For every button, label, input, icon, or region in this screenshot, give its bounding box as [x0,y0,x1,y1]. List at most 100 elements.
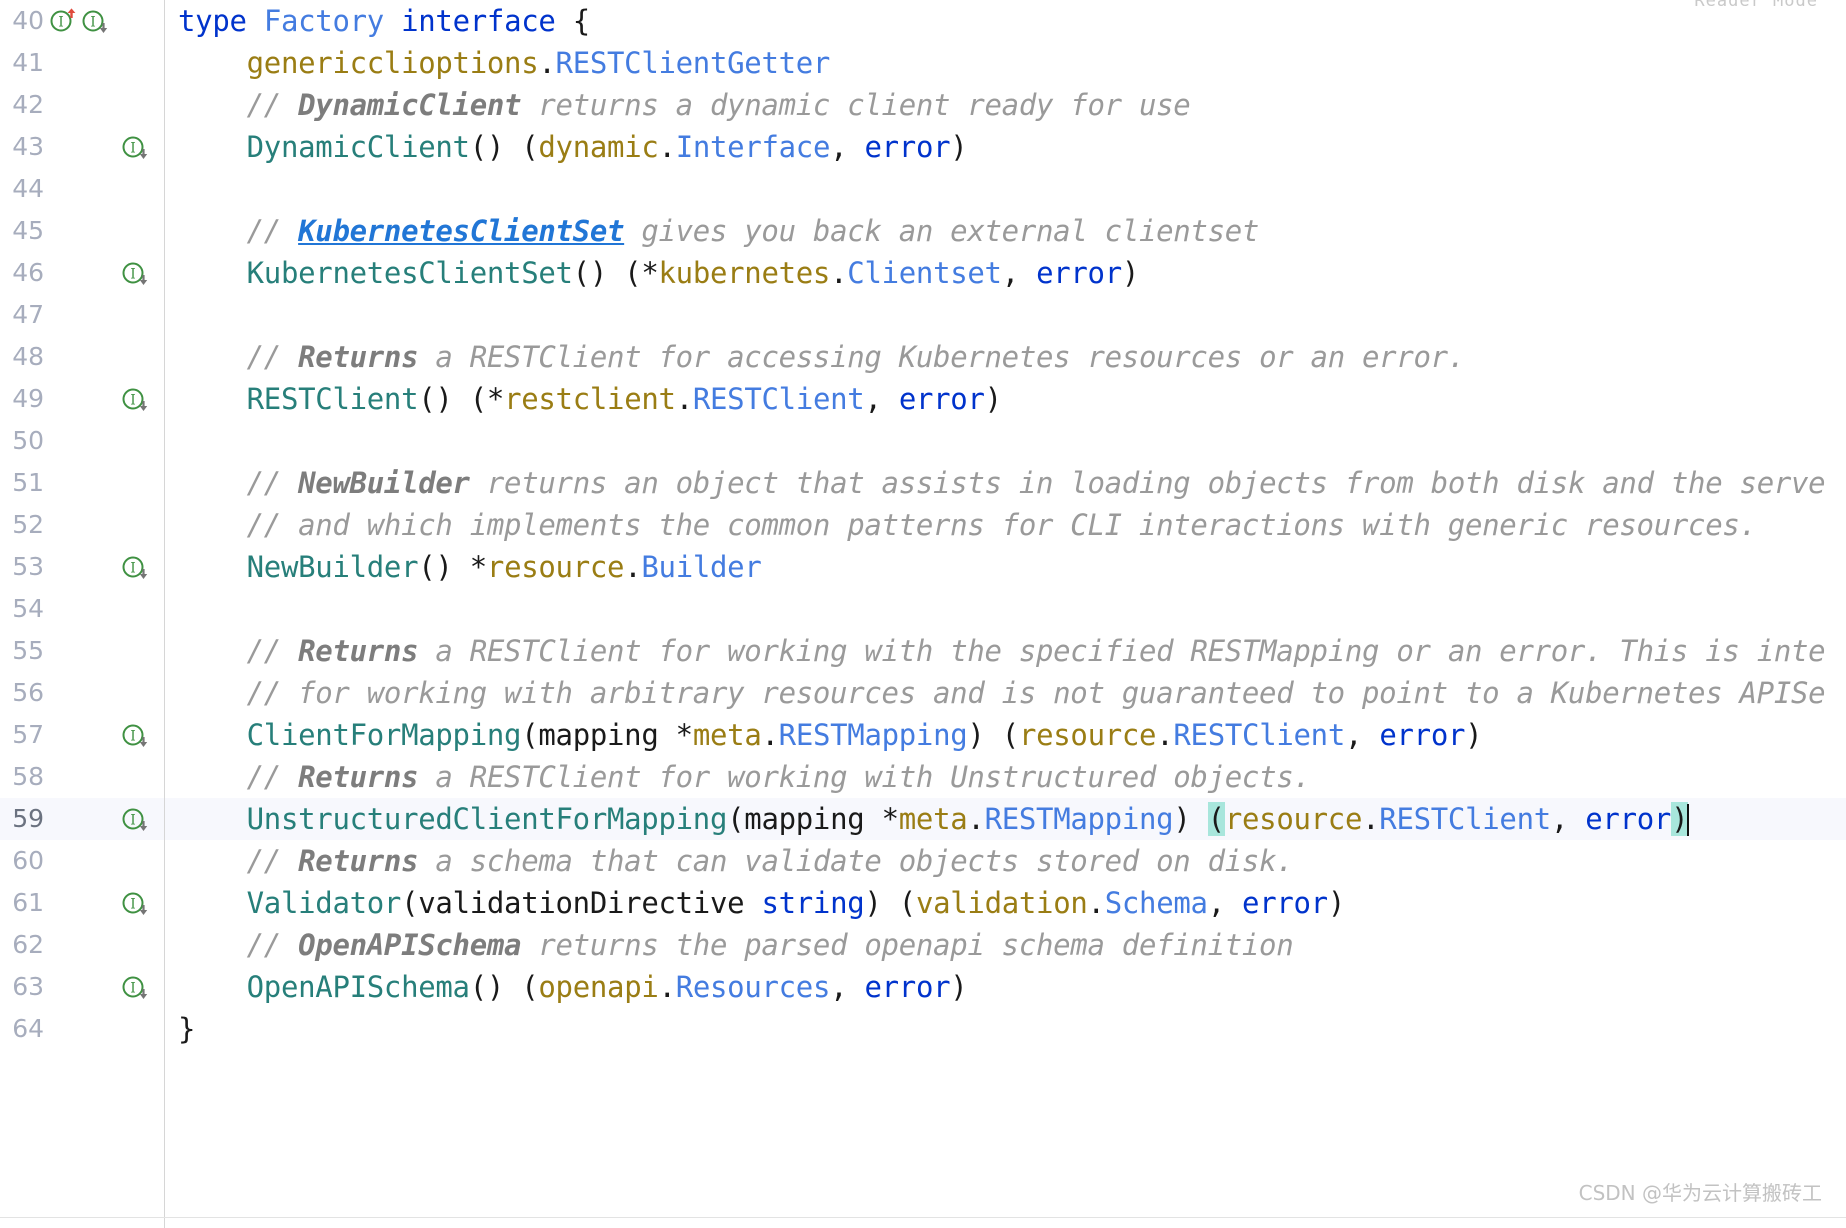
implemented-method-icon[interactable]: I [120,552,150,582]
code-text[interactable]: genericclioptions.RESTClientGetter [178,42,1846,84]
editor-bottom-rule [0,1217,1846,1218]
code-line[interactable]: 46 I KubernetesClientSet() (*kubernetes.C… [0,252,1846,294]
comment-text: returns the parsed openapi schema defini… [521,928,1294,962]
punctuation: ) [1465,718,1483,752]
punctuation: , [830,130,848,164]
code-line[interactable]: 55 // Returns a RESTClient for working w… [0,630,1846,672]
code-text[interactable]: // Returns a RESTClient for accessing Ku… [178,336,1846,378]
code-text[interactable]: // NewBuilder returns an object that ass… [178,462,1846,504]
code-text[interactable]: type Factory interface { [178,0,1846,42]
code-text[interactable]: // Returns a RESTClient for working with… [178,756,1846,798]
type-reference: RESTClientGetter [555,46,831,80]
implemented-method-icon[interactable]: I [120,384,150,414]
code-line[interactable]: 57 I ClientForMapping(mapping *meta.RESTM… [0,714,1846,756]
code-line[interactable]: 41 genericclioptions.RESTClientGetter [0,42,1846,84]
gutter-icon-group [48,42,158,84]
implemented-method-icon[interactable]: I [120,258,150,288]
implemented-method-icon[interactable]: I [120,888,150,918]
implementing-method-icon[interactable]: I [48,6,78,36]
gutter-icon-group [48,168,158,210]
code-line[interactable]: 48 // Returns a RESTClient for accessing… [0,336,1846,378]
gutter-icon-group [48,588,158,630]
comment-subject: Returns [298,844,419,878]
code-line[interactable]: 60 // Returns a schema that can validate… [0,840,1846,882]
code-line[interactable]: 64} [0,1008,1846,1050]
function-name: ClientForMapping [246,718,522,752]
keyword: error [864,130,951,164]
line-number: 55 [12,636,44,665]
comment-text: // [178,928,299,962]
code-line[interactable]: 50 [0,420,1846,462]
implemented-method-icon[interactable]: I [120,972,150,1002]
package-name: meta [692,718,762,752]
punctuation: , [1345,718,1363,752]
implemented-method-icon[interactable]: I [120,132,150,162]
punctuation: . [538,46,556,80]
code-text[interactable]: // KubernetesClientSet gives you back an… [178,210,1846,252]
package-name: resource [1018,718,1157,752]
keyword: interface [401,4,556,38]
code-text[interactable]: Validator(validationDirective string) (v… [178,882,1846,924]
comment-text: a RESTClient for working with the specif… [418,634,1826,668]
code-text[interactable]: // Returns a RESTClient for working with… [178,630,1846,672]
code-line[interactable]: 52 // and which implements the common pa… [0,504,1846,546]
code-line[interactable]: 53 I NewBuilder() *resource.Builder [0,546,1846,588]
implemented-method-icon[interactable]: I [120,804,150,834]
code-line[interactable]: 51 // NewBuilder returns an object that … [0,462,1846,504]
code-line[interactable]: 44 [0,168,1846,210]
code-line[interactable]: 47 [0,294,1846,336]
gutter-icon-group [48,630,158,672]
gutter-icon-group [48,336,158,378]
type-reference: RESTClient [1379,802,1551,836]
code-text[interactable]: // Returns a schema that can validate ob… [178,840,1846,882]
code-line[interactable]: 56 // for working with arbitrary resourc… [0,672,1846,714]
code-line-current[interactable]: 59 I UnstructuredClientForMapping(mapping… [0,798,1846,840]
implemented-method-icon[interactable]: I [120,720,150,750]
code-text[interactable]: OpenAPISchema() (openapi.Resources, erro… [178,966,1846,1008]
matched-brace-open: ( [1207,802,1225,836]
code-line[interactable]: 54 [0,588,1846,630]
line-number: 56 [12,678,44,707]
code-line[interactable]: 42 // DynamicClient returns a dynamic cl… [0,84,1846,126]
gutter-icon-group [48,84,158,126]
punctuation: ( [521,718,539,752]
code-editor[interactable]: Reader Mode 40 I Itype Factory interface {… [0,0,1846,1228]
code-line[interactable]: 40 I Itype Factory interface { [0,0,1846,42]
comment-text: returns a dynamic client ready for use [521,88,1191,122]
implemented-method-icon[interactable]: I [80,6,110,36]
gutter-icon-group: I [48,798,158,840]
code-text[interactable]: UnstructuredClientForMapping(mapping *me… [178,798,1846,840]
code-text[interactable]: ClientForMapping(mapping *meta.RESTMappi… [178,714,1846,756]
code-line[interactable]: 63 I OpenAPISchema() (openapi.Resources, … [0,966,1846,1008]
punctuation: ) [967,718,985,752]
package-name: dynamic [538,130,659,164]
code-text[interactable]: // DynamicClient returns a dynamic clien… [178,84,1846,126]
code-line[interactable]: 43 I DynamicClient() (dynamic.Interface, … [0,126,1846,168]
line-number: 49 [12,384,44,413]
code-text[interactable]: // OpenAPISchema returns the parsed open… [178,924,1846,966]
gutter-icon-group: I [48,252,158,294]
code-text[interactable]: KubernetesClientSet() (*kubernetes.Clien… [178,252,1846,294]
code-line[interactable]: 49 I RESTClient() (*restclient.RESTClient… [0,378,1846,420]
comment-text: // and which implements the common patte… [178,508,1757,542]
comment-text: // [178,88,299,122]
code-text[interactable]: } [178,1008,1846,1050]
code-text[interactable]: RESTClient() (*restclient.RESTClient, er… [178,378,1846,420]
code-line[interactable]: 58 // Returns a RESTClient for working w… [0,756,1846,798]
code-text[interactable]: // and which implements the common patte… [178,504,1846,546]
csdn-watermark: CSDN @华为云计算搬砖工 [1578,1181,1822,1205]
code-text[interactable]: // for working with arbitrary resources … [178,672,1846,714]
comment-text: // [178,844,299,878]
package-name: resource [1224,802,1363,836]
svg-text:I: I [130,561,136,577]
comment-text: gives you back an external clientset [624,214,1260,248]
punctuation: . [1362,802,1380,836]
code-line[interactable]: 45 // KubernetesClientSet gives you back… [0,210,1846,252]
comment-doc-link[interactable]: KubernetesClientSet [298,214,624,248]
svg-text:I: I [130,897,136,913]
code-line[interactable]: 62 // OpenAPISchema returns the parsed o… [0,924,1846,966]
code-text[interactable]: NewBuilder() *resource.Builder [178,546,1846,588]
code-line[interactable]: 61 I Validator(validationDirective string… [0,882,1846,924]
code-text[interactable]: DynamicClient() (dynamic.Interface, erro… [178,126,1846,168]
gutter-icon-group [48,756,158,798]
